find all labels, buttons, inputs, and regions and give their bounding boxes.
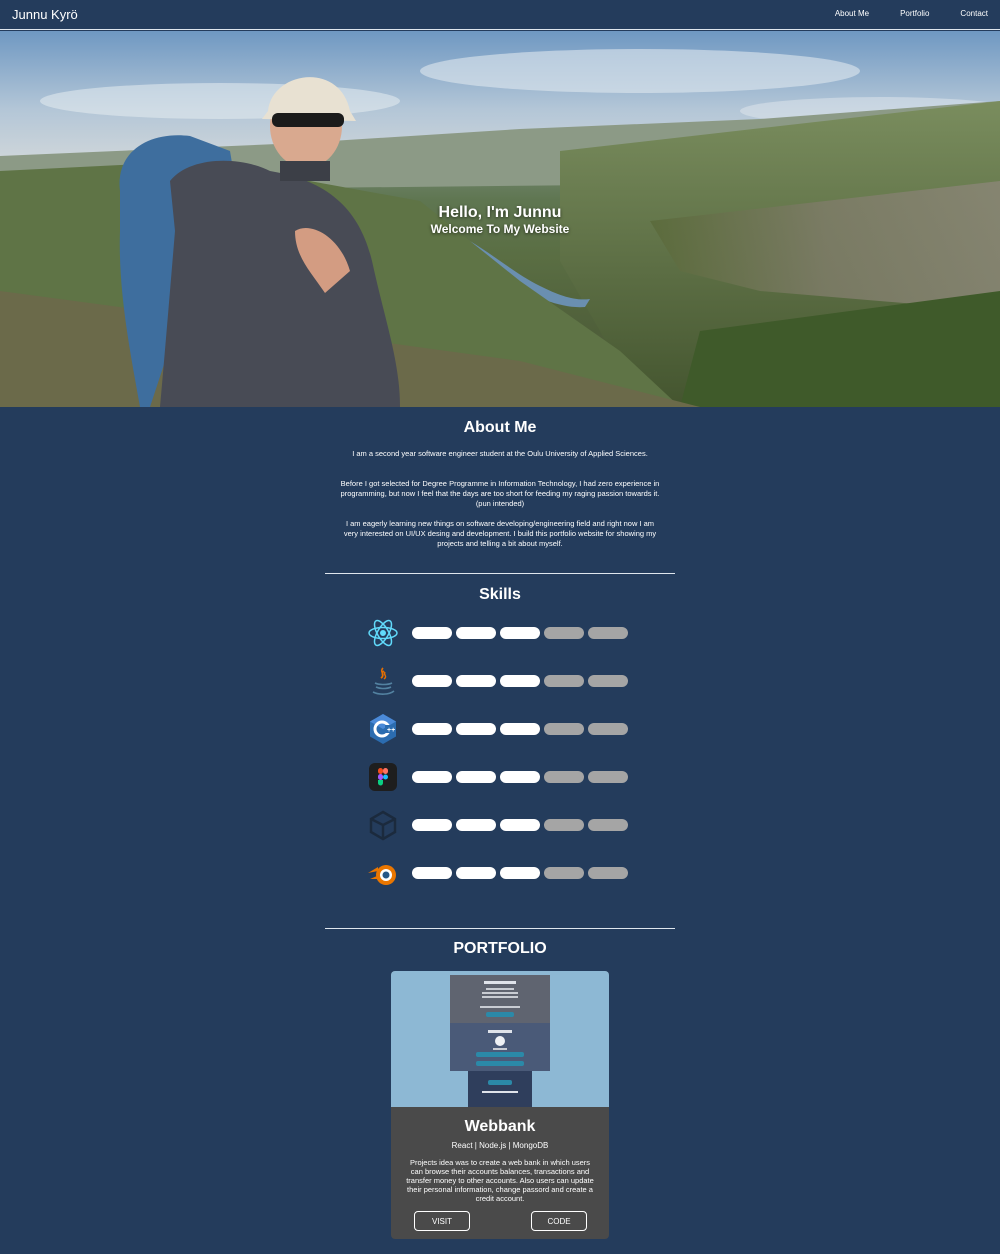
- skill-bar-empty: [544, 867, 584, 879]
- tech-tag: React: [451, 1141, 473, 1150]
- skill-row-unity: [366, 808, 636, 842]
- skill-row-react: [366, 616, 636, 650]
- skill-bar-filled: [500, 867, 540, 879]
- brand-name[interactable]: Junnu Kyrö: [12, 7, 78, 22]
- project-card: Webbank React | Node.js | MongoDB Projec…: [391, 971, 609, 1239]
- nav-link-about[interactable]: About Me: [835, 9, 869, 18]
- skill-bar-empty: [544, 723, 584, 735]
- nav-links: About Me Portfolio Contact: [804, 9, 988, 18]
- skill-bar-empty: [588, 771, 628, 783]
- skill-bar-empty: [588, 675, 628, 687]
- skill-bar-filled: [500, 723, 540, 735]
- about-paragraph: I am eagerly learning new things on soft…: [343, 519, 657, 548]
- skill-bar-filled: [500, 627, 540, 639]
- skill-bar-filled: [412, 771, 452, 783]
- skill-bar-filled: [412, 627, 452, 639]
- skill-bar-filled: [500, 819, 540, 831]
- svg-text:++: ++: [387, 727, 395, 734]
- skill-bar-filled: [500, 771, 540, 783]
- skill-bar-filled: [456, 867, 496, 879]
- skill-bar-empty: [588, 819, 628, 831]
- blender-icon: [368, 865, 396, 885]
- about-paragraph: I am a second year software engineer stu…: [352, 449, 648, 458]
- skill-level-bars: [412, 771, 628, 783]
- skill-row-java: [366, 664, 636, 698]
- skill-row-csharp: ++: [366, 712, 636, 746]
- about-paragraph: Before I got selected for Degree Program…: [340, 479, 660, 508]
- visit-button[interactable]: VISIT: [414, 1211, 470, 1231]
- hero-subtitle: Welcome To My Website: [430, 222, 570, 236]
- skill-bar-filled: [456, 627, 496, 639]
- figma-icon: [369, 763, 397, 791]
- skill-bar-filled: [412, 867, 452, 879]
- skill-bar-empty: [588, 867, 628, 879]
- unity-icon: [369, 810, 397, 841]
- csharp-icon: ++: [370, 714, 396, 744]
- skill-bar-empty: [544, 819, 584, 831]
- skill-row-figma: [366, 760, 636, 794]
- skill-bar-empty: [544, 627, 584, 639]
- hero-banner: Hello, I'm Junnu Welcome To My Website: [0, 31, 1000, 407]
- skill-level-bars: [412, 819, 628, 831]
- section-divider: [325, 928, 675, 929]
- code-button[interactable]: CODE: [531, 1211, 587, 1231]
- project-screenshot: [391, 971, 609, 1107]
- skill-bar-empty: [588, 723, 628, 735]
- skill-bar-empty: [544, 771, 584, 783]
- portfolio-title: PORTFOLIO: [453, 940, 547, 957]
- tech-tag: MongoDB: [512, 1141, 549, 1150]
- tech-tag: Node.js: [479, 1141, 507, 1150]
- hero-title: Hello, I'm Junnu: [438, 204, 562, 221]
- skill-level-bars: [412, 675, 628, 687]
- project-tech-stack: React | Node.js | MongoDB: [391, 1141, 609, 1150]
- skill-bar-empty: [588, 627, 628, 639]
- skill-bar-filled: [412, 723, 452, 735]
- skills-title: Skills: [479, 586, 521, 603]
- skill-bar-filled: [456, 771, 496, 783]
- webbank-app-preview: [450, 975, 550, 1107]
- skill-row-blender: [366, 856, 636, 890]
- skill-bar-filled: [500, 675, 540, 687]
- skill-level-bars: [412, 627, 628, 639]
- navbar: Junnu Kyrö About Me Portfolio Contact: [0, 0, 1000, 30]
- skill-bar-filled: [456, 819, 496, 831]
- skill-bar-filled: [456, 723, 496, 735]
- react-icon: [368, 619, 398, 647]
- section-divider: [325, 573, 675, 574]
- skill-bar-filled: [412, 675, 452, 687]
- nav-link-contact[interactable]: Contact: [960, 9, 988, 18]
- skill-bar-filled: [412, 819, 452, 831]
- about-title: About Me: [463, 419, 537, 436]
- skill-level-bars: [412, 723, 628, 735]
- skill-bar-empty: [544, 675, 584, 687]
- skill-bar-filled: [456, 675, 496, 687]
- nav-link-portfolio[interactable]: Portfolio: [900, 9, 929, 18]
- java-icon: [372, 667, 395, 695]
- project-description: Projects idea was to create a web bank i…: [406, 1158, 594, 1203]
- project-title: Webbank: [464, 1118, 536, 1135]
- skill-level-bars: [412, 867, 628, 879]
